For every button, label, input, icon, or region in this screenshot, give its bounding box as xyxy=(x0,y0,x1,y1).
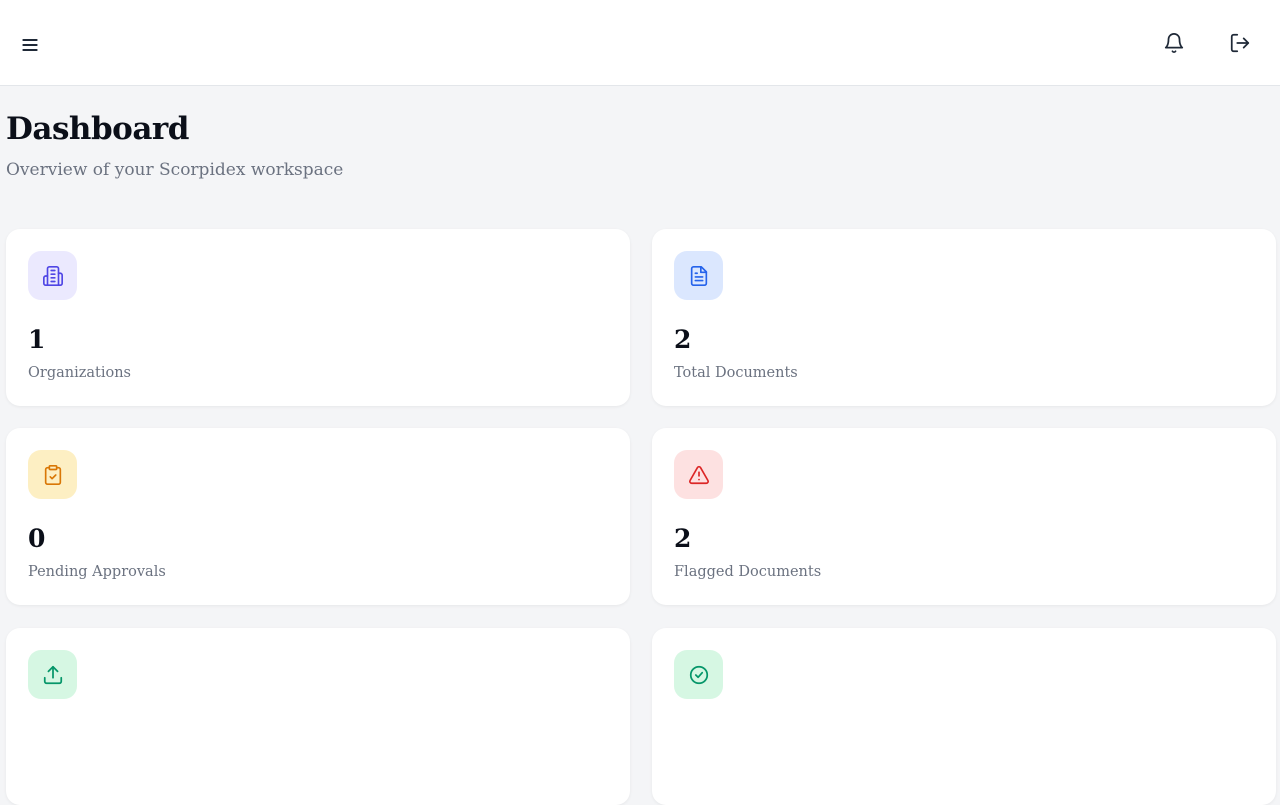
logout-icon[interactable] xyxy=(1224,27,1256,59)
alert-triangle-icon xyxy=(674,450,723,499)
upload-icon xyxy=(28,650,77,699)
stat-label: Total Documents xyxy=(674,365,798,381)
top-navigation-bar xyxy=(0,0,1280,86)
bell-icon[interactable] xyxy=(1158,27,1190,59)
page-title: Dashboard xyxy=(6,111,189,147)
stat-card-flagged-documents[interactable]: 2 Flagged Documents xyxy=(652,428,1276,605)
check-circle-icon xyxy=(674,650,723,699)
clipboard-check-icon xyxy=(28,450,77,499)
stat-value: 1 xyxy=(28,325,46,354)
stat-value: 2 xyxy=(674,524,692,553)
stat-value: 2 xyxy=(674,325,692,354)
stat-card-uploads[interactable] xyxy=(6,628,630,805)
stat-card-approved[interactable] xyxy=(652,628,1276,805)
page-subtitle: Overview of your Scorpidex workspace xyxy=(6,160,344,180)
stat-label: Organizations xyxy=(28,365,131,381)
stat-card-total-documents[interactable]: 2 Total Documents xyxy=(652,229,1276,406)
document-icon xyxy=(674,251,723,300)
stat-card-organizations[interactable]: 1 Organizations xyxy=(6,229,630,406)
stat-value: 0 xyxy=(28,524,46,553)
stat-card-pending-approvals[interactable]: 0 Pending Approvals xyxy=(6,428,630,605)
stat-label: Pending Approvals xyxy=(28,564,166,580)
building-icon xyxy=(28,251,77,300)
stat-label: Flagged Documents xyxy=(674,564,822,580)
hamburger-menu-icon[interactable] xyxy=(14,29,46,61)
